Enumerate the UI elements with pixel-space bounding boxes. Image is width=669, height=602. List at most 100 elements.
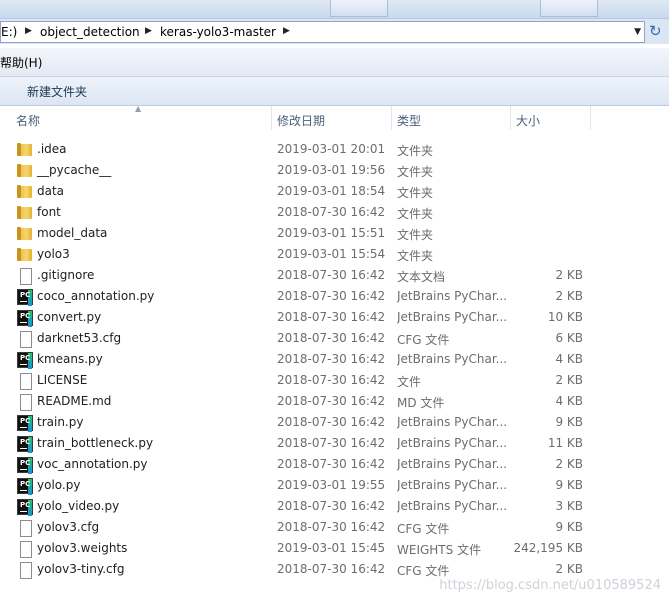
file-date: 2018-07-30 16:42 <box>277 436 386 450</box>
file-type: CFG 文件 <box>397 522 450 536</box>
file-row[interactable]: model_data 2019-03-01 15:51 文件夹 <box>0 223 669 244</box>
file-date: 2019-03-01 19:56 <box>277 163 386 177</box>
file-row[interactable]: __pycache__ 2019-03-01 19:56 文件夹 <box>0 160 669 181</box>
file-size: 2 KB <box>555 268 583 282</box>
document-icon <box>17 268 33 285</box>
file-type: 文本文档 <box>397 270 446 284</box>
column-header-type[interactable]: 类型 <box>397 112 421 129</box>
column-divider[interactable] <box>590 106 591 130</box>
title-strip-tab <box>540 0 598 17</box>
column-header-size[interactable]: 大小 <box>516 112 540 129</box>
file-date: 2019-03-01 15:45 <box>277 541 386 555</box>
file-name: train_bottleneck.py <box>37 436 154 450</box>
file-row[interactable]: PC train.py 2018-07-30 16:42 JetBrains PyCh… <box>0 412 669 433</box>
file-date: 2019-03-01 15:51 <box>277 226 386 240</box>
pycharm-file-icon: PC <box>17 499 33 516</box>
file-row[interactable]: PC yolo.py 2019-03-01 19:55 JetBrains PyCha… <box>0 475 669 496</box>
file-type: CFG 文件 <box>397 333 450 347</box>
file-size: 6 KB <box>555 331 583 345</box>
file-row[interactable]: README.md 2018-07-30 16:42 MD 文件 4 KB <box>0 391 669 412</box>
file-row[interactable]: PC voc_annotation.py 2018-07-30 16:42 JetBr… <box>0 454 669 475</box>
breadcrumb-drive[interactable]: E:) <box>1 25 17 39</box>
file-date: 2018-07-30 16:42 <box>277 499 386 513</box>
file-date: 2018-07-30 16:42 <box>277 562 386 576</box>
file-row[interactable]: darknet53.cfg 2018-07-30 16:42 CFG 文件 6 KB <box>0 328 669 349</box>
chevron-right-icon[interactable]: ▶ <box>25 26 32 36</box>
address-box[interactable]: E:) ▶ object_detection ▶ keras-yolo3-mas… <box>0 21 645 43</box>
file-size: 4 KB <box>555 394 583 408</box>
file-type: 文件夹 <box>397 207 434 221</box>
column-divider[interactable] <box>510 106 511 130</box>
pycharm-file-icon: PC <box>17 478 33 495</box>
file-row[interactable]: .gitignore 2018-07-30 16:42 文本文档 2 KB <box>0 265 669 286</box>
file-row[interactable]: yolov3-tiny.cfg 2018-07-30 16:42 CFG 文件 2 K… <box>0 559 669 580</box>
file-size: 3 KB <box>555 499 583 513</box>
column-header-name[interactable]: 名称 <box>16 112 40 129</box>
file-name: yolov3-tiny.cfg <box>37 562 125 576</box>
address-bar[interactable]: E:) ▶ object_detection ▶ keras-yolo3-mas… <box>0 19 669 44</box>
file-row[interactable]: font 2018-07-30 16:42 文件夹 <box>0 202 669 223</box>
file-row[interactable]: data 2019-03-01 18:54 文件夹 <box>0 181 669 202</box>
document-icon <box>17 520 33 537</box>
file-date: 2018-07-30 16:42 <box>277 394 386 408</box>
file-size: 9 KB <box>555 415 583 429</box>
file-type: JetBrains PyChar... <box>397 457 507 471</box>
file-row[interactable]: PC convert.py 2018-07-30 16:42 JetBrains Py… <box>0 307 669 328</box>
file-date: 2018-07-30 16:42 <box>277 373 386 387</box>
chevron-right-icon[interactable]: ▶ <box>145 26 152 36</box>
file-type: JetBrains PyChar... <box>397 436 507 450</box>
refresh-icon[interactable]: ↻ <box>649 22 662 40</box>
watermark: https://blog.csdn.net/u010589524 <box>439 578 661 593</box>
document-icon <box>17 394 33 411</box>
file-name: .gitignore <box>37 268 95 282</box>
file-type: JetBrains PyChar... <box>397 352 507 366</box>
file-row[interactable]: PC yolo_video.py 2018-07-30 16:42 JetBrains… <box>0 496 669 517</box>
file-name: data <box>37 184 65 198</box>
file-size: 242,195 KB <box>513 541 583 555</box>
file-date: 2018-07-30 16:42 <box>277 331 386 345</box>
breadcrumb-keras-yolo3-master[interactable]: keras-yolo3-master <box>160 25 276 39</box>
file-type: 文件 <box>397 375 422 389</box>
file-name: yolov3.cfg <box>37 520 100 534</box>
address-dropdown-icon[interactable]: ▼ <box>634 27 641 37</box>
file-name: yolo.py <box>37 478 81 492</box>
file-row[interactable]: .idea 2019-03-01 20:01 文件夹 <box>0 139 669 160</box>
folder-icon <box>17 247 33 263</box>
file-row[interactable]: PC kmeans.py 2018-07-30 16:42 JetBrains PyC… <box>0 349 669 370</box>
file-row[interactable]: yolov3.cfg 2018-07-30 16:42 CFG 文件 9 KB <box>0 517 669 538</box>
new-folder-button[interactable]: 新建文件夹 <box>27 83 87 100</box>
column-divider[interactable] <box>391 106 392 130</box>
file-type: MD 文件 <box>397 396 445 410</box>
pycharm-file-icon: PC <box>17 352 33 369</box>
file-row[interactable]: LICENSE 2018-07-30 16:42 文件 2 KB <box>0 370 669 391</box>
folder-icon <box>17 142 33 158</box>
file-date: 2019-03-01 18:54 <box>277 184 386 198</box>
breadcrumb-object-detection[interactable]: object_detection <box>40 25 140 39</box>
file-date: 2018-07-30 16:42 <box>277 415 386 429</box>
file-type: CFG 文件 <box>397 564 450 578</box>
file-date: 2018-07-30 16:42 <box>277 520 386 534</box>
file-row[interactable]: PC coco_annotation.py 2018-07-30 16:42 JetB… <box>0 286 669 307</box>
file-date: 2018-07-30 16:42 <box>277 352 386 366</box>
pycharm-file-icon: PC <box>17 457 33 474</box>
file-date: 2018-07-30 16:42 <box>277 310 386 324</box>
document-icon <box>17 541 33 558</box>
file-size: 2 KB <box>555 562 583 576</box>
file-date: 2018-07-30 16:42 <box>277 205 386 219</box>
file-row[interactable]: yolov3.weights 2019-03-01 15:45 WEIGHTS 文件… <box>0 538 669 559</box>
file-type: 文件夹 <box>397 249 434 263</box>
column-divider[interactable] <box>271 106 272 130</box>
document-icon <box>17 331 33 348</box>
file-name: voc_annotation.py <box>37 457 148 471</box>
document-icon <box>17 373 33 390</box>
folder-icon <box>17 163 33 179</box>
column-header-date[interactable]: 修改日期 <box>277 112 325 129</box>
file-name: train.py <box>37 415 84 429</box>
file-row[interactable]: yolo3 2019-03-01 15:54 文件夹 <box>0 244 669 265</box>
file-type: 文件夹 <box>397 228 434 242</box>
file-row[interactable]: PC train_bottleneck.py 2018-07-30 16:42 Jet… <box>0 433 669 454</box>
chevron-right-icon[interactable]: ▶ <box>283 26 290 36</box>
menu-help[interactable]: 帮助(H) <box>0 54 42 71</box>
file-name: font <box>37 205 61 219</box>
folder-icon <box>17 205 33 221</box>
